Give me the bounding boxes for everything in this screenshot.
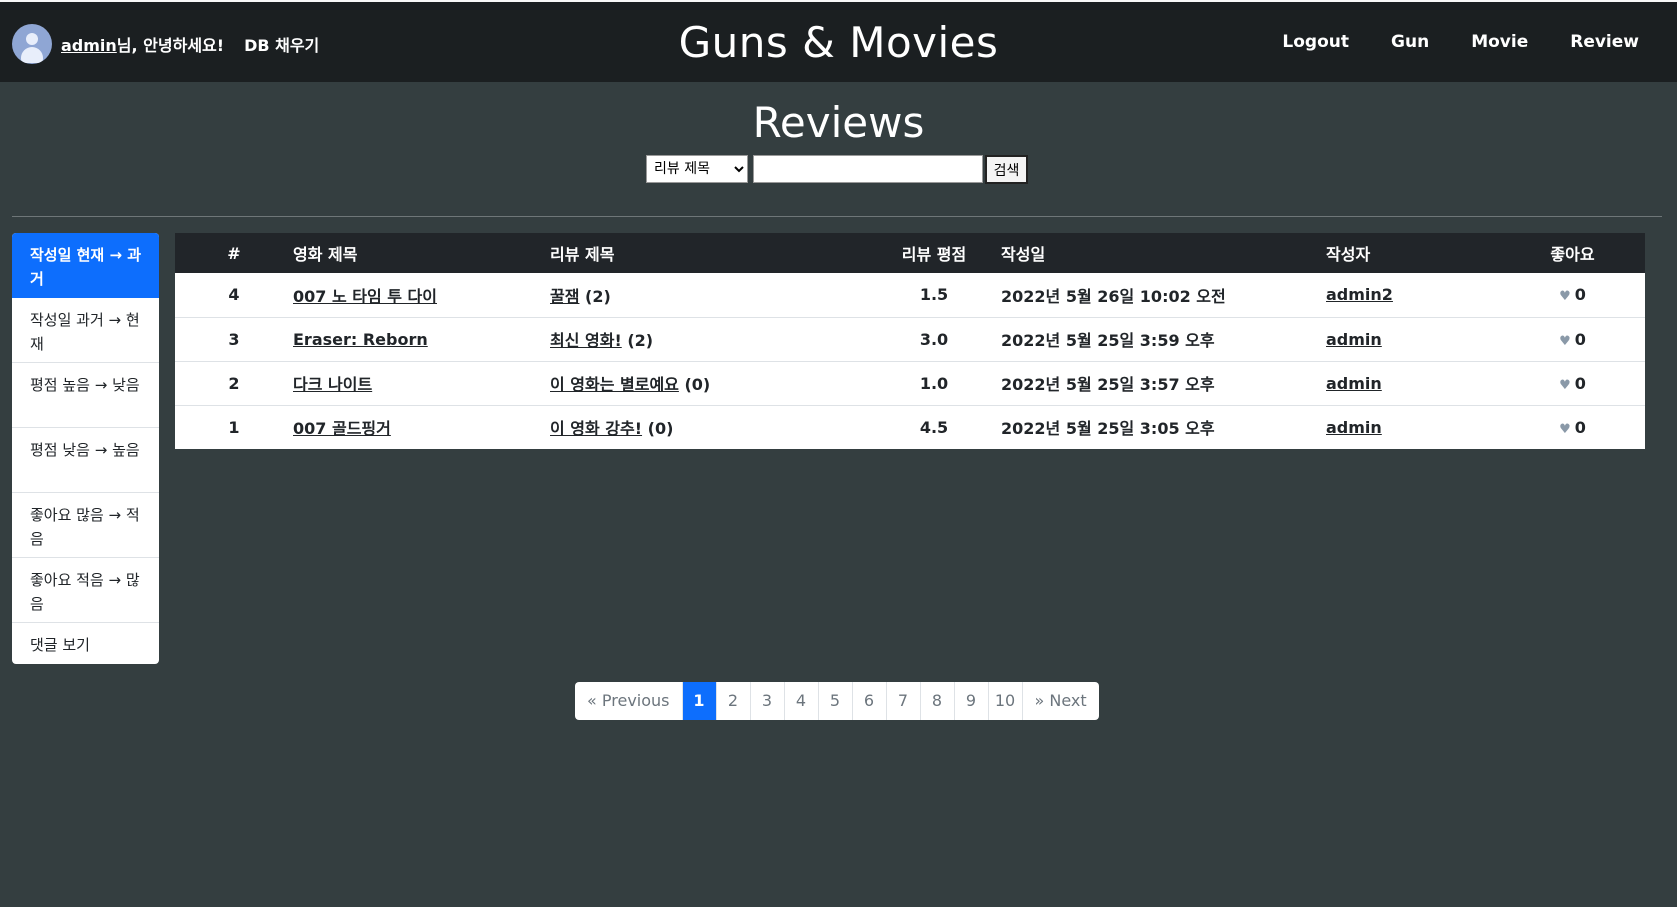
- page-5[interactable]: 5: [819, 682, 853, 720]
- row-num: 1: [228, 417, 240, 437]
- main-nav: Logout Gun Movie Review: [1282, 32, 1639, 52]
- sort-rating-low[interactable]: 평점 낮음 → 높음: [12, 428, 159, 493]
- header-likes: 좋아요: [1550, 245, 1595, 264]
- author-link[interactable]: admin2: [1326, 285, 1393, 304]
- greeting-suffix: 님, 안녕하세요!: [116, 36, 225, 55]
- header-movie-title: 영화 제목: [293, 245, 358, 264]
- author-link[interactable]: admin: [1326, 374, 1382, 393]
- like-count: 0: [1574, 373, 1586, 393]
- like-count: 0: [1574, 329, 1586, 349]
- review-link[interactable]: 최신 영화!: [550, 331, 622, 350]
- rating: 1.0: [919, 373, 949, 393]
- nav-movie[interactable]: Movie: [1471, 32, 1528, 52]
- search-type-select[interactable]: 리뷰 제목: [646, 155, 748, 183]
- user-area: admin님, 안녕하세요! DB 채우기: [12, 24, 319, 64]
- sort-rating-high[interactable]: 평점 높음 → 낮음: [12, 363, 159, 428]
- sort-oldest[interactable]: 작성일 과거 → 현재: [12, 298, 159, 363]
- movie-link[interactable]: Eraser: Reborn: [293, 330, 428, 349]
- page-4[interactable]: 4: [785, 682, 819, 720]
- movie-link[interactable]: 007 노 타임 투 다이: [293, 287, 437, 306]
- page-2[interactable]: 2: [717, 682, 751, 720]
- header-num: #: [227, 243, 241, 263]
- sort-newest[interactable]: 작성일 현재 → 과거: [12, 233, 159, 298]
- page-1[interactable]: 1: [682, 682, 717, 720]
- review-link[interactable]: 이 영화는 별로예요: [550, 375, 679, 394]
- header-date: 작성일: [1001, 245, 1046, 264]
- comment-count: (0): [647, 419, 674, 439]
- top-navbar: admin님, 안녕하세요! DB 채우기 Guns & Movies Logo…: [0, 0, 1677, 82]
- search-bar: 리뷰 제목 검색: [646, 155, 1028, 184]
- table-row: 2 다크 나이트 이 영화는 별로예요 (0) 1.0 2022년 5월 25일…: [175, 361, 1645, 405]
- page-next[interactable]: » Next: [1023, 682, 1099, 720]
- search-input[interactable]: [753, 155, 983, 183]
- search-button[interactable]: 검색: [985, 155, 1028, 184]
- reviews-table: # 영화 제목 리뷰 제목 리뷰 평점 작성일 작성자 좋아요 4 007 노 …: [175, 233, 1645, 449]
- sort-likes-high[interactable]: 좋아요 많음 → 적음: [12, 493, 159, 558]
- movie-link[interactable]: 007 골드핑거: [293, 419, 391, 438]
- page-7[interactable]: 7: [887, 682, 921, 720]
- row-num: 3: [228, 329, 240, 349]
- page-title: Reviews: [752, 98, 925, 147]
- divider: [12, 216, 1662, 217]
- heart-icon[interactable]: ♥: [1559, 334, 1571, 349]
- heart-icon[interactable]: ♥: [1559, 378, 1571, 393]
- rating: 3.0: [919, 329, 949, 349]
- nav-logout[interactable]: Logout: [1282, 32, 1349, 52]
- page-8[interactable]: 8: [921, 682, 955, 720]
- created-date: 2022년 5월 25일 3:59 오후: [1001, 331, 1215, 350]
- created-date: 2022년 5월 25일 3:57 오후: [1001, 375, 1215, 394]
- table-row: 4 007 노 타임 투 다이 꿀잼 (2) 1.5 2022년 5월 26일 …: [175, 273, 1645, 317]
- greeting: admin님, 안녕하세요!: [61, 32, 224, 56]
- reviews-table-wrap: # 영화 제목 리뷰 제목 리뷰 평점 작성일 작성자 좋아요 4 007 노 …: [175, 233, 1645, 449]
- header-author: 작성자: [1326, 245, 1371, 264]
- author-link[interactable]: admin: [1326, 330, 1382, 349]
- created-date: 2022년 5월 25일 3:05 오후: [1001, 419, 1215, 439]
- heart-icon[interactable]: ♥: [1559, 422, 1571, 437]
- review-link[interactable]: 꿀잼: [550, 287, 579, 306]
- movie-link[interactable]: 다크 나이트: [293, 375, 372, 394]
- user-avatar-icon[interactable]: [12, 24, 52, 64]
- page-10[interactable]: 10: [989, 682, 1023, 720]
- page-3[interactable]: 3: [751, 682, 785, 720]
- table-row: 3 Eraser: Reborn 최신 영화! (2) 3.0 2022년 5월…: [175, 317, 1645, 361]
- created-date: 2022년 5월 26일 10:02 오전: [1001, 286, 1226, 306]
- like-count: 0: [1574, 285, 1586, 305]
- page-9[interactable]: 9: [955, 682, 989, 720]
- page-6[interactable]: 6: [853, 682, 887, 720]
- nav-gun[interactable]: Gun: [1391, 32, 1429, 52]
- username-link[interactable]: admin: [61, 36, 117, 55]
- comment-count: (0): [684, 375, 711, 394]
- author-link[interactable]: admin: [1326, 418, 1382, 437]
- db-fill-link[interactable]: DB 채우기: [244, 32, 319, 56]
- sort-sidebar: 작성일 현재 → 과거 작성일 과거 → 현재 평점 높음 → 낮음 평점 낮음…: [12, 233, 159, 664]
- page-previous[interactable]: « Previous: [575, 682, 683, 720]
- header-review-title: 리뷰 제목: [550, 245, 615, 264]
- review-link[interactable]: 이 영화 강추!: [550, 419, 642, 438]
- view-comments[interactable]: 댓글 보기: [12, 623, 159, 664]
- heart-icon[interactable]: ♥: [1559, 289, 1571, 304]
- rating: 1.5: [919, 285, 949, 305]
- nav-review[interactable]: Review: [1570, 32, 1639, 52]
- table-row: 1 007 골드핑거 이 영화 강추! (0) 4.5 2022년 5월 25일…: [175, 405, 1645, 449]
- table-header-row: # 영화 제목 리뷰 제목 리뷰 평점 작성일 작성자 좋아요: [175, 233, 1645, 273]
- row-num: 4: [228, 285, 240, 305]
- sort-likes-low[interactable]: 좋아요 적음 → 많음: [12, 558, 159, 623]
- pagination: « Previous 1 2 3 4 5 6 7 8 9 10 » Next: [575, 682, 1099, 720]
- comment-count: (2): [627, 331, 654, 350]
- like-count: 0: [1574, 417, 1586, 437]
- row-num: 2: [228, 373, 240, 393]
- header-rating: 리뷰 평점: [901, 245, 967, 264]
- rating: 4.5: [919, 417, 949, 437]
- comment-count: (2): [585, 286, 611, 306]
